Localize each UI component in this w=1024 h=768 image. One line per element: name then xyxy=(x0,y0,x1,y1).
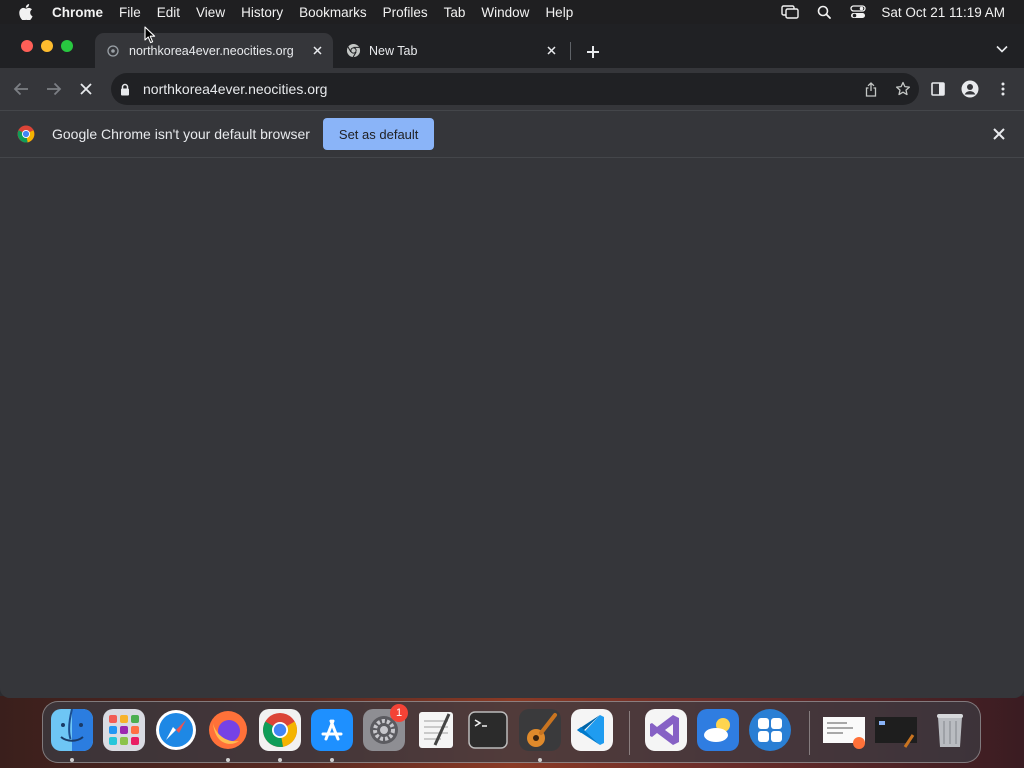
globe-icon xyxy=(105,43,121,59)
close-tab-icon[interactable] xyxy=(541,41,561,61)
google-chrome-icon[interactable] xyxy=(259,709,301,751)
menu-window[interactable]: Window xyxy=(473,5,537,20)
page-content-area[interactable] xyxy=(0,158,1024,698)
notification-badge: 1 xyxy=(390,704,408,722)
side-panel-icon[interactable] xyxy=(925,76,951,102)
app-store-icon[interactable] xyxy=(311,709,353,751)
forward-arrow-icon[interactable] xyxy=(41,76,67,102)
running-indicator xyxy=(70,758,74,762)
fullscreen-window-button[interactable] xyxy=(61,40,73,52)
mosaic-icon[interactable] xyxy=(749,709,791,751)
screen-mirroring-icon[interactable] xyxy=(773,0,807,24)
terminal-icon[interactable] xyxy=(467,709,509,751)
firefox-icon[interactable] xyxy=(207,709,249,751)
garageband-icon[interactable] xyxy=(519,709,561,751)
browser-toolbar: northkorea4ever.neocities.org xyxy=(0,68,1024,110)
dock-divider xyxy=(809,711,810,755)
menu-bookmarks[interactable]: Bookmarks xyxy=(291,5,375,20)
textedit-icon[interactable] xyxy=(415,709,457,751)
menu-file[interactable]: File xyxy=(111,5,149,20)
menu-view[interactable]: View xyxy=(188,5,233,20)
stop-loading-icon[interactable] xyxy=(73,76,99,102)
new-tab-plus-icon[interactable] xyxy=(580,39,606,65)
tab-northkorea4ever[interactable]: northkorea4ever.neocities.org xyxy=(95,33,333,68)
chrome-menu-kebab-icon[interactable] xyxy=(990,76,1016,102)
spotlight-search-icon[interactable] xyxy=(807,0,841,24)
minimized-window-thumbnail[interactable] xyxy=(823,709,865,751)
lock-icon[interactable] xyxy=(120,83,134,96)
profile-avatar-icon[interactable] xyxy=(957,76,983,102)
set-as-default-button[interactable]: Set as default xyxy=(322,118,435,150)
url-text[interactable]: northkorea4ever.neocities.org xyxy=(143,81,855,97)
finder-icon[interactable] xyxy=(51,709,93,751)
dock-divider xyxy=(629,711,630,755)
minimize-window-button[interactable] xyxy=(41,40,53,52)
menu-tab[interactable]: Tab xyxy=(436,5,474,20)
apple-menu-icon[interactable] xyxy=(0,4,52,20)
trash-icon[interactable] xyxy=(929,709,971,751)
running-indicator xyxy=(330,758,334,762)
visual-studio-icon[interactable] xyxy=(645,709,687,751)
back-arrow-icon[interactable] xyxy=(8,76,34,102)
macos-menu-bar: Chrome File Edit View History Bookmarks … xyxy=(0,0,1024,24)
macos-dock xyxy=(42,701,981,763)
address-bar[interactable]: northkorea4ever.neocities.org xyxy=(111,73,919,105)
bookmark-star-icon[interactable] xyxy=(887,73,919,105)
menu-profiles[interactable]: Profiles xyxy=(375,5,436,20)
menu-history[interactable]: History xyxy=(233,5,291,20)
tab-search-chevron-icon[interactable] xyxy=(992,39,1012,59)
running-indicator xyxy=(538,758,542,762)
menu-edit[interactable]: Edit xyxy=(149,5,188,20)
menubar-clock[interactable]: Sat Oct 21 11:19 AM xyxy=(875,5,1024,20)
running-indicator xyxy=(278,758,282,762)
infobar-close-icon[interactable] xyxy=(990,125,1008,143)
mouse-cursor-icon xyxy=(144,26,156,49)
launchpad-icon[interactable] xyxy=(103,709,145,751)
tab-new-tab[interactable]: New Tab xyxy=(335,33,567,68)
share-icon[interactable] xyxy=(855,73,887,105)
close-window-button[interactable] xyxy=(21,40,33,52)
running-indicator xyxy=(226,758,230,762)
chrome-logo-icon xyxy=(17,125,35,143)
chrome-window: northkorea4ever.neocities.org New Tab no… xyxy=(0,24,1024,698)
minimized-window-thumbnail[interactable] xyxy=(875,709,917,751)
safari-icon[interactable] xyxy=(155,709,197,751)
weather-icon[interactable] xyxy=(697,709,739,751)
tab-divider xyxy=(570,42,571,60)
default-browser-infobar: Google Chrome isn't your default browser… xyxy=(0,110,1024,158)
control-center-icon[interactable] xyxy=(841,0,875,24)
visual-studio-code-icon[interactable] xyxy=(571,709,613,751)
menu-app-name[interactable]: Chrome xyxy=(52,5,111,20)
infobar-message: Google Chrome isn't your default browser xyxy=(52,126,310,142)
close-tab-icon[interactable] xyxy=(307,41,327,61)
chrome-icon xyxy=(345,43,361,59)
menu-help[interactable]: Help xyxy=(537,5,581,20)
tab-title: New Tab xyxy=(369,43,418,58)
